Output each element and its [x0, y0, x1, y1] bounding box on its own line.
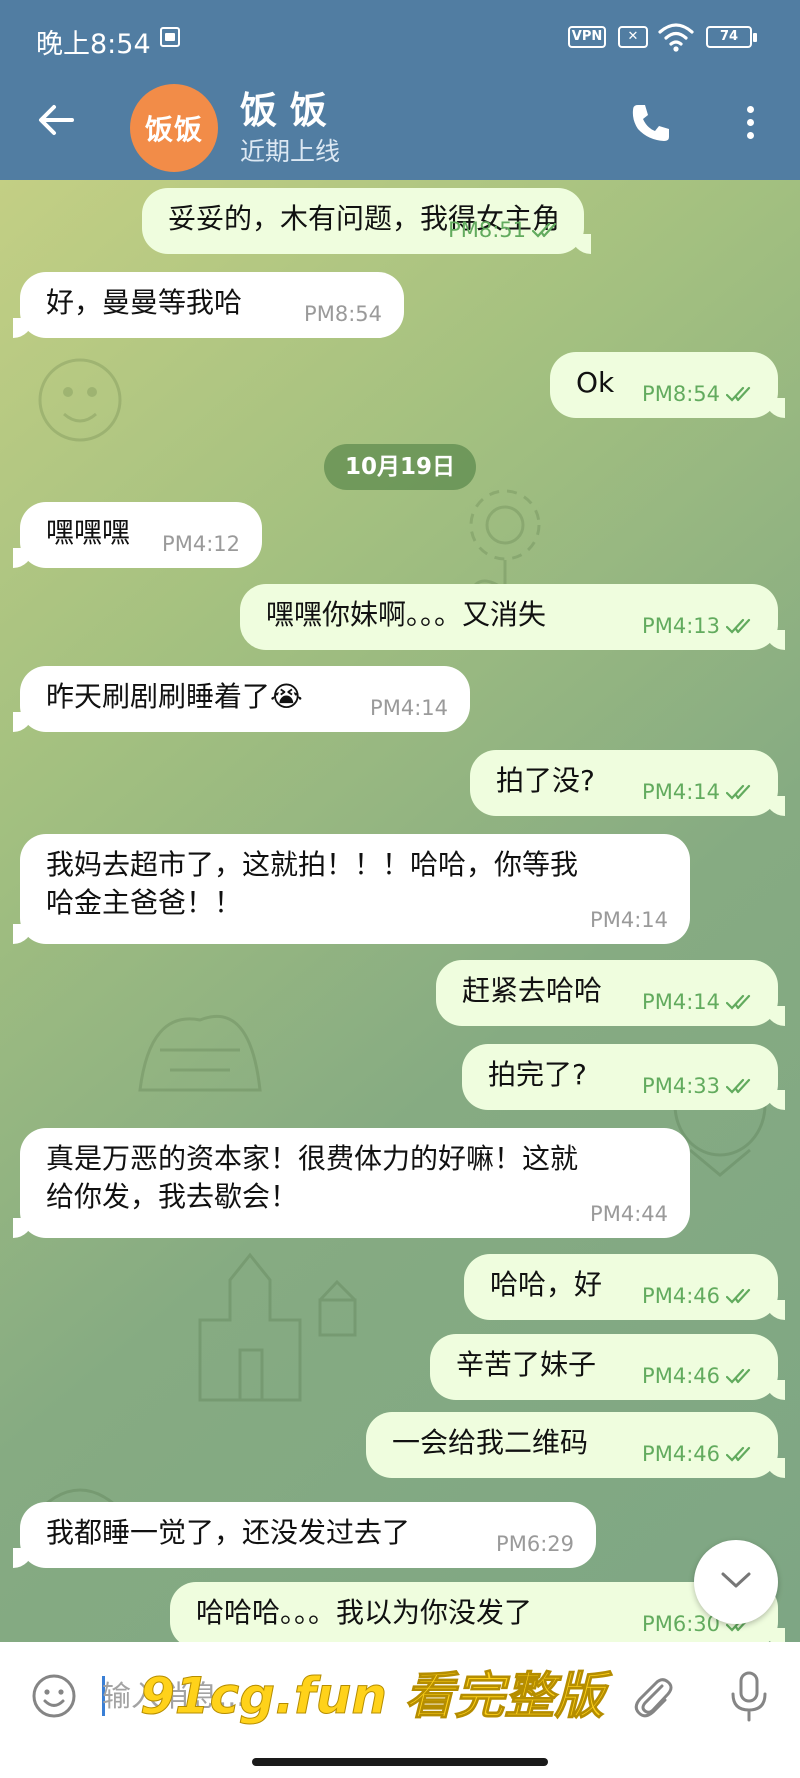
message-meta: PM4:14: [642, 990, 756, 1014]
scroll-down-button[interactable]: [694, 1540, 778, 1624]
message-outgoing[interactable]: Ok PM8:54: [550, 352, 785, 418]
message-incoming[interactable]: 我都睡一觉了，还没发过去了 PM6:29: [13, 1502, 596, 1568]
double-check-icon: [726, 618, 751, 634]
phone-icon[interactable]: [630, 102, 672, 144]
message-incoming[interactable]: 我妈去超市了，这就拍！！！哈哈，你等我 哈金主爸爸！！ PM4:14: [13, 834, 690, 944]
message-time: PM4:33: [642, 1074, 720, 1098]
message-time: PM4:44: [590, 1202, 668, 1226]
double-check-icon: [726, 1078, 751, 1094]
message-meta: PM8:54: [642, 382, 756, 406]
message-time: PM4:13: [642, 614, 720, 638]
message-outgoing[interactable]: 赶紧去哈哈 PM4:14: [436, 960, 785, 1026]
message-incoming[interactable]: 昨天刷剧刷睡着了😭 PM4:14: [13, 666, 470, 732]
background-doodle: [38, 358, 122, 442]
message-time: PM4:14: [590, 908, 668, 932]
message-outgoing[interactable]: 妥妥的，木有问题，我得女主角 PM8:51: [142, 188, 592, 254]
status-time: 晚上8:54: [36, 29, 151, 60]
message-time: PM8:54: [304, 302, 382, 326]
message-outgoing[interactable]: 哈哈哈。。。我以为你没发了 PM6:30: [170, 1582, 785, 1642]
message-meta: PM8:51: [448, 218, 562, 242]
message-list[interactable]: 妥妥的，木有问题，我得女主角 PM8:51 好，曼曼等我哈 PM8:54 Ok …: [0, 180, 800, 1642]
message-incoming[interactable]: 真是万恶的资本家！很费体力的好嘛！这就 给你发，我去歇会！ PM4:44: [13, 1128, 690, 1238]
message-time: PM4:14: [642, 990, 720, 1014]
message-time: PM8:54: [642, 382, 720, 406]
battery-icon: 74: [706, 26, 757, 48]
double-check-icon: [726, 1288, 751, 1304]
emoji-icon[interactable]: [30, 1672, 78, 1720]
double-check-icon: [726, 784, 751, 800]
chevron-down-icon: [721, 1572, 751, 1588]
message-outgoing[interactable]: 哈哈，好 PM4:46: [464, 1254, 785, 1320]
message-meta: PM4:46: [642, 1364, 756, 1388]
paperclip-icon[interactable]: [628, 1672, 678, 1722]
message-text-line2: 给你发，我去歇会！: [46, 1180, 299, 1213]
avatar[interactable]: 饭饭: [130, 84, 218, 172]
arrow-left-icon[interactable]: [36, 100, 76, 140]
microphone-icon[interactable]: [726, 1670, 772, 1722]
message-time: PM4:46: [642, 1364, 720, 1388]
message-text: 我都睡一觉了，还没发过去了: [46, 1516, 411, 1549]
background-doodle: [198, 1252, 357, 1402]
message-outgoing[interactable]: 辛苦了妹子 PM4:46: [430, 1334, 785, 1400]
message-meta: PM4:13: [642, 614, 756, 638]
message-time: PM6:30: [642, 1612, 720, 1636]
message-text: 我妈去超市了，这就拍！！！哈哈，你等我: [46, 848, 579, 881]
status-bar: 晚上8:54 VPN ✕ 74: [0, 0, 800, 76]
message-time: PM4:46: [642, 1284, 720, 1308]
chat-subtitle: 近期上线: [240, 137, 341, 166]
background-doodle: [138, 1014, 262, 1092]
no-sim-icon: ✕: [618, 26, 648, 48]
message-outgoing[interactable]: 拍完了? PM4:33: [462, 1044, 785, 1110]
chat-title[interactable]: 饭 饭: [240, 80, 327, 134]
message-incoming[interactable]: 嘿嘿嘿 PM4:12: [13, 502, 262, 568]
watermark-text: 91cg.fun 看完整版: [139, 1667, 605, 1726]
message-time: PM8:51: [448, 218, 527, 242]
message-outgoing[interactable]: 一会给我二维码 PM4:46: [366, 1412, 785, 1478]
message-incoming[interactable]: 好，曼曼等我哈 PM8:54: [13, 272, 404, 338]
message-time: PM4:46: [642, 1442, 720, 1466]
message-text: 真是万恶的资本家！很费体力的好嘛！这就: [46, 1142, 579, 1175]
message-meta: PM4:46: [642, 1284, 756, 1308]
message-time: PM4:12: [162, 532, 240, 556]
double-check-icon: [726, 1368, 751, 1384]
message-meta: PM4:14: [642, 780, 756, 804]
double-check-icon: [726, 386, 751, 402]
message-outgoing[interactable]: 嘿嘿你妹啊。。。又消失 PM4:13: [240, 584, 785, 650]
double-check-icon: [532, 222, 557, 238]
double-check-icon: [726, 994, 751, 1010]
date-divider: 10月19日: [324, 444, 476, 490]
more-vertical-icon[interactable]: [740, 104, 760, 144]
message-meta: PM4:46: [642, 1442, 756, 1466]
message-time: PM6:29: [496, 1532, 574, 1556]
app-header: 晚上8:54 VPN ✕ 74 饭饭 饭 饭 近期上线: [0, 0, 800, 180]
wifi-icon: [658, 23, 694, 52]
double-check-icon: [726, 1446, 751, 1462]
message-time: PM4:14: [642, 780, 720, 804]
message-outgoing[interactable]: 拍了没? PM4:14: [470, 750, 785, 816]
vpn-icon: VPN: [568, 26, 606, 48]
message-meta: PM4:33: [642, 1074, 756, 1098]
notification-icon: [160, 27, 180, 47]
message-text-line2: 哈金主爸爸！！: [46, 886, 243, 919]
gesture-nav-handle[interactable]: [252, 1758, 548, 1766]
message-time: PM4:14: [370, 696, 448, 720]
